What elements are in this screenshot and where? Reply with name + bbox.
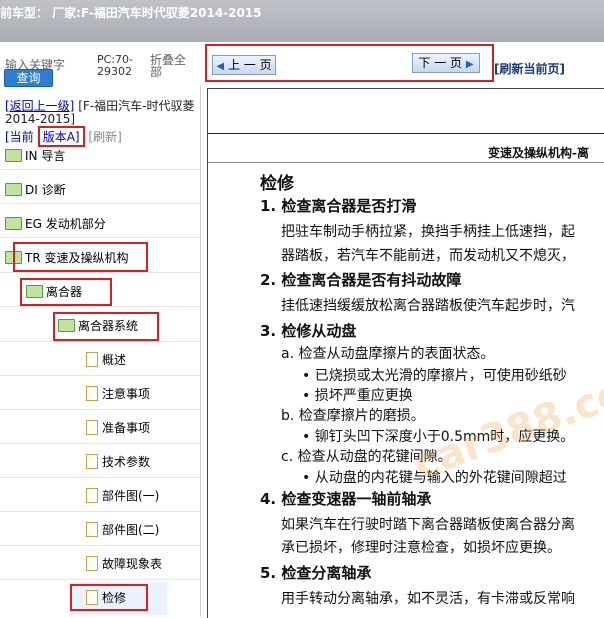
section-2-text-1: 挂低速挡缓缓放松离合器踏板使汽车起步时，汽 — [281, 298, 575, 314]
tree-item-di[interactable]: DI 诊断 — [5, 179, 66, 201]
version-row: [当前 版本A] [刷新] — [5, 126, 122, 147]
document-icon — [86, 522, 98, 537]
tree-item-fault-table[interactable]: 故障现象表 — [86, 553, 162, 575]
folder-icon — [5, 217, 22, 230]
folder-icon — [5, 149, 22, 162]
document-icon — [86, 454, 98, 469]
refresh-link[interactable]: [刷新] — [88, 130, 121, 144]
section-2-title: 2. 检查离合器是否有抖动故障 — [260, 271, 462, 289]
tree-item-specs[interactable]: 技术参数 — [86, 451, 150, 473]
tree-item-precautions[interactable]: 注意事项 — [86, 383, 150, 405]
highlight-box — [70, 584, 148, 611]
document-icon — [86, 420, 98, 435]
divider — [0, 272, 200, 273]
tree-item-eg[interactable]: EG 发动机部分 — [5, 213, 106, 235]
pc-code: PC:70- 29302 — [97, 54, 133, 78]
tree-item-preparation[interactable]: 准备事项 — [86, 417, 150, 439]
version-label[interactable]: 版本A] — [37, 126, 85, 147]
section-5-title: 5. 检查分离轴承 — [260, 564, 372, 582]
highlight-box — [53, 312, 159, 341]
tree-label: 故障现象表 — [102, 557, 163, 571]
header-rule-2 — [208, 162, 604, 163]
section-4-title: 4. 检查变速器一轴前轴承 — [260, 490, 432, 508]
tree-label: 部件图(一) — [102, 489, 160, 503]
section-3-a-1: • 已烧损或太光滑的摩擦片，可使用砂纸砂 — [302, 368, 567, 384]
highlight-box — [13, 242, 148, 272]
tree-label: IN 导言 — [25, 149, 66, 163]
document-icon — [86, 488, 98, 503]
tree-label: EG 发动机部分 — [25, 217, 106, 231]
section-3-title: 3. 检修从动盘 — [260, 322, 357, 340]
divider — [0, 237, 200, 238]
tree-label: 部件图(二) — [102, 523, 160, 537]
tree-label: DI 诊断 — [25, 183, 66, 197]
document-icon — [86, 386, 98, 401]
folder-icon — [5, 183, 22, 196]
pc-code-line2: 29302 — [97, 65, 132, 78]
section-3-a: a. 检查从动盘摩擦片的表面状态。 — [281, 346, 495, 362]
section-5-text-1: 用手转动分离轴承，如不灵活，有卡滞或反常响 — [281, 591, 575, 607]
section-1-title: 1. 检查离合器是否打滑 — [260, 197, 417, 215]
document-icon — [86, 352, 98, 367]
section-4-text-1: 如果汽车在行驶时踏下离合器踏板使离合器分离 — [281, 517, 575, 533]
section-1-text-2: 器踏板，若汽车不能前进，而发动机又不熄灭， — [281, 248, 575, 264]
document-viewer[interactable]: 变速及操纵机构-离 检修 1. 检查离合器是否打滑 把驻车制动手柄拉紧，换挡手柄… — [207, 88, 604, 618]
title-bar: 前车型： 厂家:F-福田汽车时代驭菱2014-2015 — [0, 0, 604, 42]
section-3-b: b. 检查摩擦片的磨损。 — [281, 408, 425, 424]
refresh-current-page-link[interactable]: [刷新当前页] — [494, 60, 565, 77]
tree-label: 概述 — [102, 353, 127, 367]
doc-title: 检修 — [260, 174, 294, 194]
highlight-box — [20, 278, 112, 306]
divider — [0, 545, 200, 546]
query-button[interactable]: 查询 — [4, 69, 53, 87]
section-1-text-1: 把驻车制动手柄拉紧，换挡手柄挂上低速挡，起 — [281, 224, 575, 240]
divider — [0, 477, 200, 478]
divider — [0, 443, 200, 444]
tree-item-in[interactable]: IN 导言 — [5, 145, 65, 167]
divider — [0, 511, 200, 512]
tree-item-overview[interactable]: 概述 — [86, 349, 126, 371]
tree-item-parts-1[interactable]: 部件图(一) — [86, 485, 159, 507]
fold-all-link[interactable]: 折叠全部 — [150, 54, 190, 78]
document-icon — [86, 556, 98, 571]
tree-label: 技术参数 — [102, 455, 151, 469]
back-link[interactable]: [返回上一级] — [5, 99, 74, 113]
divider — [0, 579, 200, 580]
doc-header: 变速及操纵机构-离 — [488, 146, 589, 160]
header-rule — [208, 133, 604, 134]
breadcrumb: [返回上一级] [F-福田汽车-时代驭菱2014-2015] — [5, 100, 195, 126]
current-label[interactable]: [当前 — [5, 130, 34, 144]
highlight-box — [205, 44, 494, 82]
divider — [0, 169, 200, 170]
tree-item-parts-2[interactable]: 部件图(二) — [86, 519, 159, 541]
title-text: 前车型： 厂家:F-福田汽车时代驭菱2014-2015 — [0, 6, 262, 20]
divider — [0, 341, 200, 342]
section-3-a-2: • 损坏严重应更换 — [302, 388, 413, 404]
tree-label: 注意事项 — [102, 387, 151, 401]
divider — [0, 203, 200, 204]
divider — [0, 306, 200, 307]
section-4-text-2: 承已损坏，修理时注意检查，如损坏应更换。 — [281, 540, 561, 556]
divider — [0, 375, 200, 376]
divider — [0, 409, 200, 410]
tree-label: 准备事项 — [102, 421, 151, 435]
